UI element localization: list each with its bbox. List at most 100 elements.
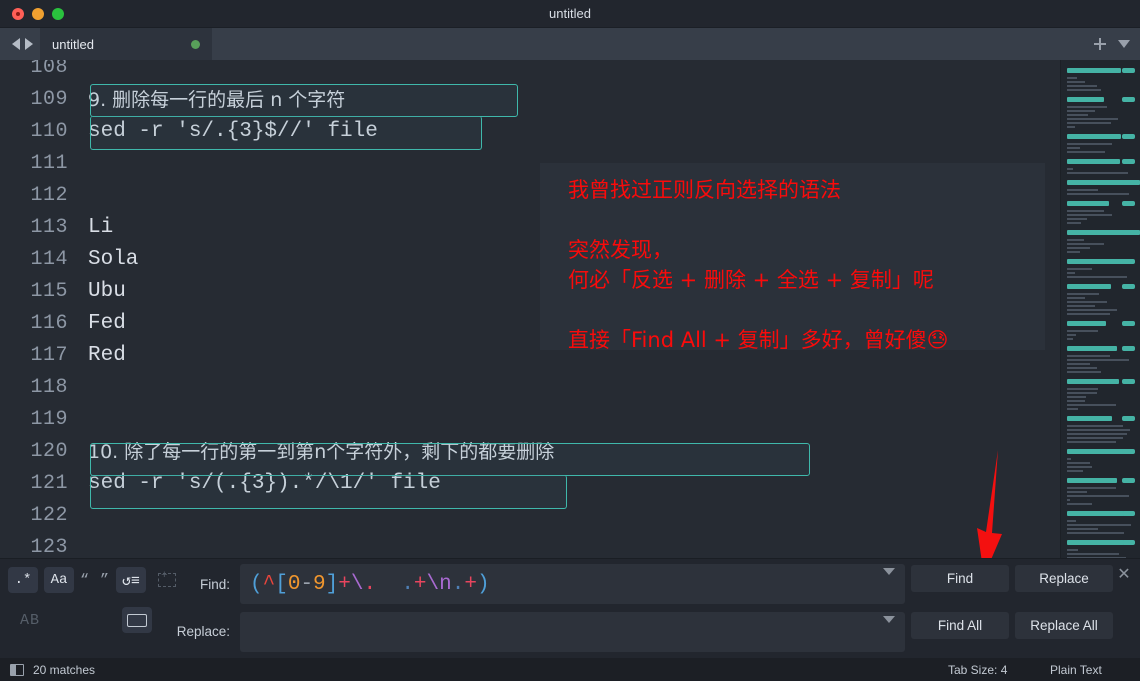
- replace-input[interactable]: [240, 612, 905, 652]
- minimap-text-tick: [1067, 126, 1075, 128]
- minimap-text-tick: [1067, 503, 1093, 505]
- minimap-marker: [1122, 511, 1135, 516]
- minimap-text-tick: [1067, 222, 1081, 224]
- match-highlight-box-3: [90, 443, 810, 476]
- replace-button[interactable]: Replace: [1015, 565, 1113, 592]
- code-minimap[interactable]: [1060, 60, 1140, 558]
- toggle-preserve-case[interactable]: AB: [8, 607, 52, 633]
- code-line[interactable]: Li: [88, 212, 113, 244]
- whole-word-icon: “ ”: [80, 571, 111, 589]
- minimap-text-tick: [1067, 470, 1084, 472]
- find-replace-panel: .* Aa “ ” ↺≡ AB Find: (^[0-9]+\. .+\n.+)…: [0, 558, 1140, 658]
- minimap-marker: [1122, 540, 1135, 545]
- code-line[interactable]: Sola: [88, 244, 138, 276]
- wrap-around-icon: ↺≡: [121, 572, 141, 590]
- minimap-text-tick: [1067, 110, 1096, 112]
- code-line[interactable]: Ubu: [88, 276, 126, 308]
- chevron-down-icon[interactable]: [1118, 40, 1130, 48]
- minimap-text-tick: [1067, 388, 1098, 390]
- minimap-text-tick: [1067, 334, 1076, 336]
- minimap-text-tick: [1067, 309, 1118, 311]
- triangle-left-icon[interactable]: [12, 38, 20, 50]
- tab-label: untitled: [52, 36, 94, 52]
- regex-token: +: [338, 572, 351, 596]
- minimap-text-tick: [1067, 524, 1132, 526]
- line-number: 119: [30, 408, 68, 431]
- line-number: 117: [30, 344, 68, 367]
- minimap-text-tick: [1067, 363, 1091, 365]
- minimap-marker: [1122, 134, 1135, 139]
- match-count-label: 20 matches: [33, 662, 96, 677]
- minimap-text-tick: [1067, 214, 1112, 216]
- minimap-heading-bar: [1067, 134, 1121, 139]
- line-number: 116: [30, 312, 68, 335]
- minimap-heading-bar: [1067, 540, 1125, 545]
- find-button[interactable]: Find: [911, 565, 1009, 592]
- find-input-value: (^[0-9]+\. .+\n.+): [240, 573, 490, 596]
- minimap-text-tick: [1067, 441, 1117, 443]
- toggle-case-sensitive[interactable]: Aa: [44, 567, 74, 593]
- minimap-text-tick: [1067, 462, 1091, 464]
- plus-icon[interactable]: [1094, 38, 1106, 50]
- find-all-button[interactable]: Find All: [911, 612, 1009, 639]
- regex-token: +: [413, 572, 427, 596]
- regex-token: ]: [325, 572, 339, 596]
- toggle-whole-word[interactable]: “ ”: [80, 567, 110, 593]
- minimap-text-tick: [1067, 367, 1098, 369]
- tab-modified-indicator[interactable]: [191, 39, 200, 49]
- minimap-text-tick: [1067, 396, 1087, 398]
- triangle-right-icon[interactable]: [25, 38, 33, 50]
- annotation-line: 我曾找过正则反向选择的语法: [568, 178, 841, 202]
- replace-label: Replace:: [176, 624, 230, 639]
- tab-untitled[interactable]: untitled: [40, 28, 212, 60]
- minimap-heading-bar: [1067, 511, 1125, 516]
- minimap-marker: [1122, 159, 1135, 164]
- find-history-dropdown[interactable]: [883, 568, 895, 593]
- minimap-heading-bar: [1067, 321, 1107, 326]
- code-line[interactable]: Red: [88, 340, 126, 372]
- tab-bar: untitled: [0, 28, 1140, 60]
- minimap-text-tick: [1067, 404, 1117, 406]
- minimap-text-tick: [1067, 89, 1102, 91]
- minimap-marker: [1122, 230, 1135, 235]
- minimap-marker: [1122, 321, 1135, 326]
- minimap-heading-bar: [1067, 478, 1117, 483]
- toggle-regex[interactable]: .*: [8, 567, 38, 593]
- syntax-mode-label[interactable]: Plain Text: [1050, 663, 1102, 677]
- line-number: 108: [30, 60, 68, 79]
- code-line[interactable]: Fed: [88, 308, 126, 340]
- minimap-text-tick: [1067, 77, 1078, 79]
- replace-all-button[interactable]: Replace All: [1015, 612, 1113, 639]
- match-highlight-box-1: [90, 84, 518, 117]
- minimap-heading-bar: [1067, 284, 1111, 289]
- minimap-text-tick: [1067, 114, 1088, 116]
- minimap-marker: [1122, 201, 1135, 206]
- minimap-text-tick: [1067, 330, 1098, 332]
- line-number: 114: [30, 248, 68, 271]
- find-input[interactable]: (^[0-9]+\. .+\n.+): [240, 564, 905, 604]
- tab-size-label[interactable]: Tab Size: 4: [948, 663, 1007, 677]
- minimap-text-tick: [1067, 458, 1072, 460]
- title-bar: untitled: [0, 0, 1140, 28]
- line-number: 109: [30, 88, 68, 111]
- code-editor[interactable]: 108 109 110 111 112 113 114 115 116 117 118 119 120 1…: [0, 60, 1060, 558]
- line-number: 118: [30, 376, 68, 399]
- minimap-text-tick: [1067, 549, 1078, 551]
- replace-history-dropdown[interactable]: [883, 616, 895, 641]
- minimap-text-tick: [1067, 359, 1130, 361]
- minimap-heading-bar: [1067, 379, 1119, 384]
- minimap-text-tick: [1067, 433, 1128, 435]
- minimap-text-tick: [1067, 293, 1100, 295]
- minimap-heading-bar: [1067, 159, 1121, 164]
- line-number: 121: [30, 472, 68, 495]
- minimap-text-tick: [1067, 193, 1130, 195]
- sidebar-toggle-icon[interactable]: [10, 663, 24, 676]
- line-number: 115: [30, 280, 68, 303]
- minimap-text-tick: [1067, 429, 1131, 431]
- toggle-wrap[interactable]: ↺≡: [116, 567, 146, 593]
- minimap-text-tick: [1067, 268, 1092, 270]
- close-icon[interactable]: ✕: [1116, 567, 1132, 583]
- regex-token: (: [250, 572, 263, 596]
- minimap-text-tick: [1067, 85, 1098, 87]
- minimap-text-tick: [1067, 239, 1085, 241]
